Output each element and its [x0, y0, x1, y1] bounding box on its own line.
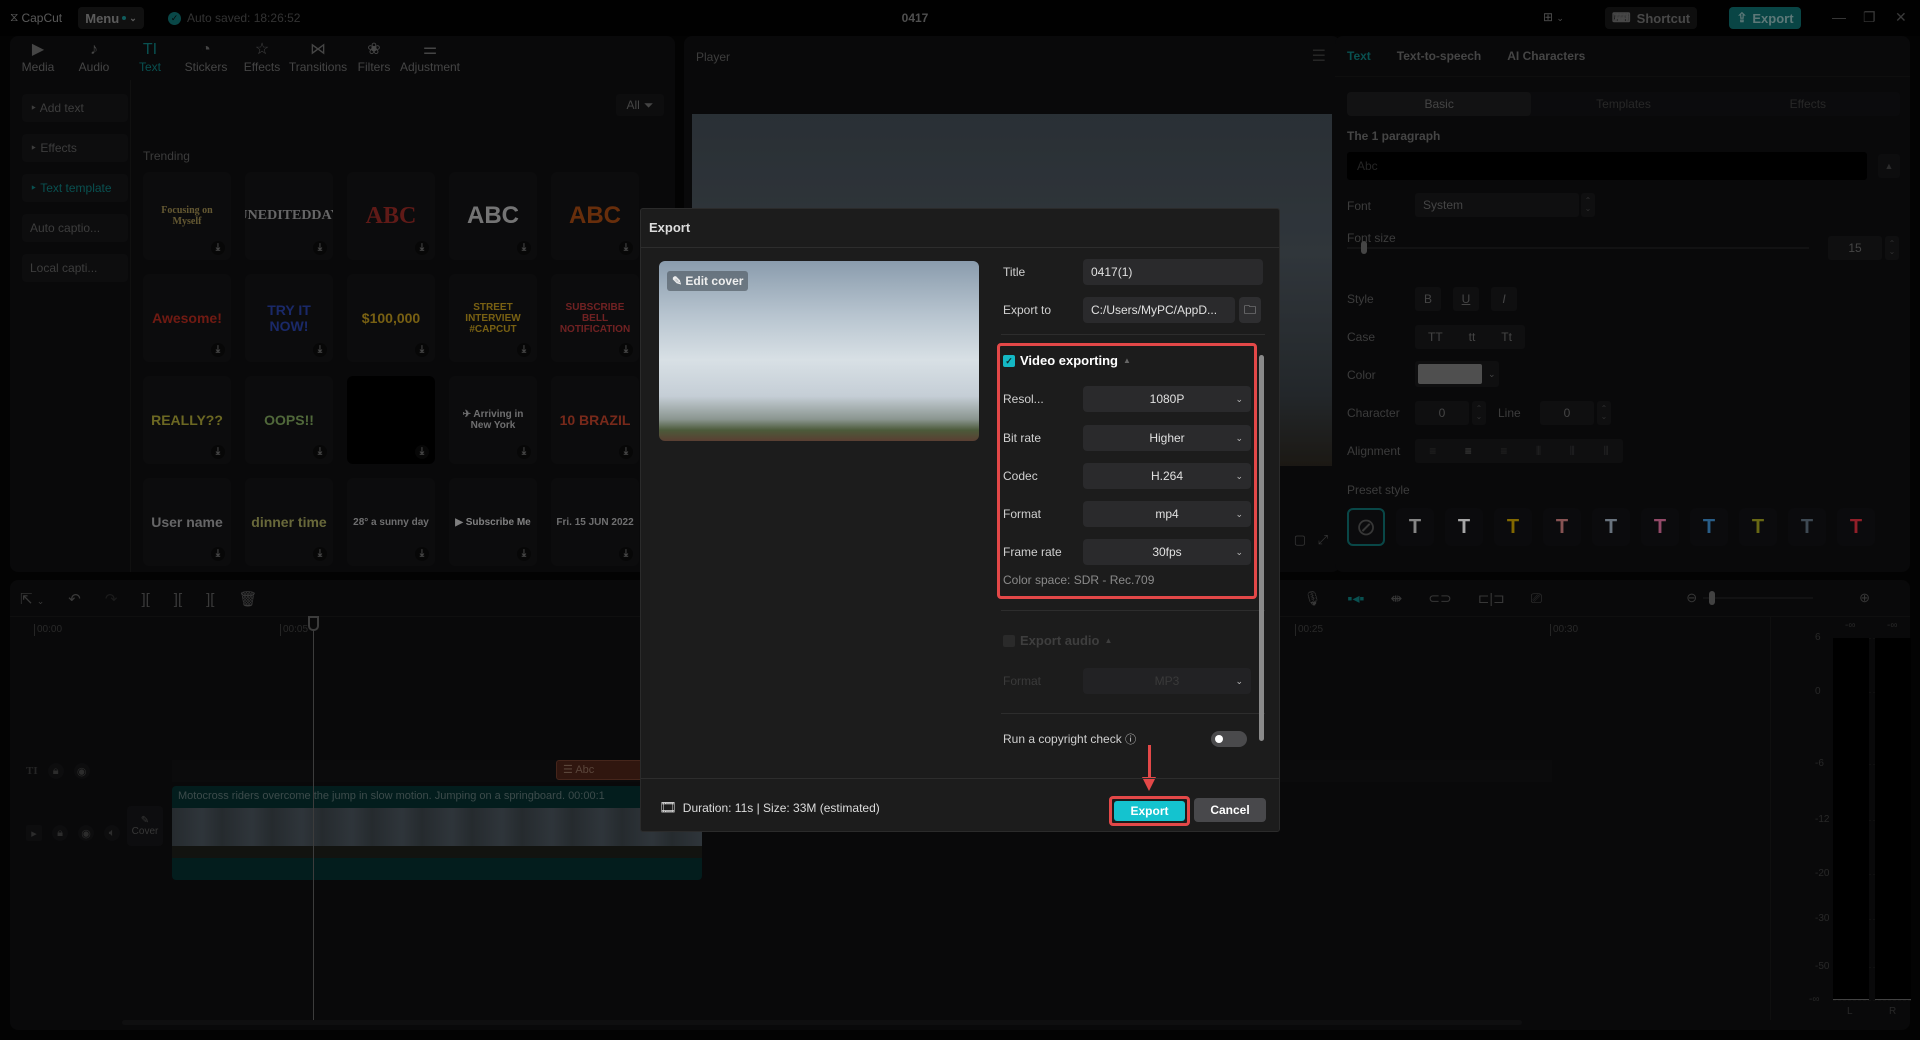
select-value: 30fps [1152, 545, 1182, 559]
export-button[interactable]: Export [1114, 801, 1185, 821]
chevron-down-icon: ⌄ [1235, 433, 1243, 443]
field-label: Bit rate [1003, 431, 1042, 445]
caret-up-icon: ▲ [1104, 636, 1113, 645]
select-value: H.264 [1150, 469, 1184, 483]
checkbox-checked-icon[interactable]: ✓ [1003, 354, 1015, 367]
chevron-down-icon: ⌄ [1235, 394, 1243, 404]
export-path-input[interactable]: C:/Users/MyPC/AppD... [1083, 297, 1235, 323]
select-value: mp4 [1155, 507, 1179, 521]
chevron-down-icon: ⌄ [1235, 509, 1243, 519]
export-dialog: Export ✎ Edit cover Title 0417(1) Export… [640, 208, 1280, 832]
resol-select[interactable]: 1080P ⌄ [1083, 386, 1251, 412]
annotation-arrow-head [1142, 777, 1156, 791]
codec-select[interactable]: H.264 ⌄ [1083, 463, 1251, 489]
select-value: Higher [1149, 431, 1185, 445]
pencil-icon: ✎ [672, 274, 686, 288]
edit-cover-button[interactable]: ✎ Edit cover [667, 271, 749, 291]
color-space-info: Color space: SDR - Rec.709 [1003, 573, 1155, 587]
export-audio-toggle[interactable]: Export audio ▲ [1003, 633, 1112, 648]
capcut-app: ⧖ CapCut Menu ⌄ ✓ Auto saved: 18:26:52 0417… [0, 0, 1920, 1040]
chevron-down-icon: ⌄ [1235, 471, 1243, 481]
audio-format-label: Format [1003, 674, 1042, 688]
film-icon: 🎞︎ [659, 799, 677, 815]
title-label: Title [1003, 265, 1026, 279]
cover-preview: ✎ Edit cover [659, 261, 979, 441]
video-exporting-toggle[interactable]: ✓ Video exporting ▲ [1003, 353, 1131, 368]
field-label: Resol... [1003, 392, 1044, 406]
cancel-button[interactable]: Cancel [1194, 798, 1266, 822]
bit-rate-select[interactable]: Higher ⌄ [1083, 425, 1251, 451]
copyright-toggle[interactable] [1211, 731, 1247, 747]
folder-icon[interactable]: 🗀 [1239, 297, 1261, 323]
dialog-scrollbar[interactable] [1259, 355, 1264, 741]
checkbox-unchecked-icon[interactable] [1003, 634, 1015, 647]
select-value: 1080P [1149, 392, 1185, 406]
chevron-down-icon: ⌄ [1235, 676, 1243, 686]
divider [641, 778, 1279, 779]
divider [1001, 334, 1265, 335]
frame-rate-select[interactable]: 30fps ⌄ [1083, 539, 1251, 565]
title-input[interactable]: 0417(1) [1083, 259, 1263, 285]
export-summary: 🎞︎ Duration: 11s | Size: 33M (estimated) [659, 799, 880, 815]
divider [641, 247, 1279, 248]
caret-up-icon: ▲ [1123, 356, 1131, 365]
divider [1001, 610, 1265, 611]
field-label: Codec [1003, 469, 1038, 483]
field-label: Frame rate [1003, 545, 1062, 559]
copyright-label: Run a copyright check ⓘ [1003, 732, 1137, 746]
divider [1001, 713, 1265, 714]
chevron-down-icon: ⌄ [1235, 547, 1243, 557]
export-to-label: Export to [1003, 303, 1052, 317]
field-label: Format [1003, 507, 1042, 521]
dialog-title: Export [649, 220, 691, 235]
help-icon[interactable]: ⓘ [1125, 734, 1136, 746]
format-select[interactable]: mp4 ⌄ [1083, 501, 1251, 527]
audio-format-select[interactable]: MP3 ⌄ [1083, 668, 1251, 694]
highlight-export-button: Export [1109, 796, 1190, 826]
